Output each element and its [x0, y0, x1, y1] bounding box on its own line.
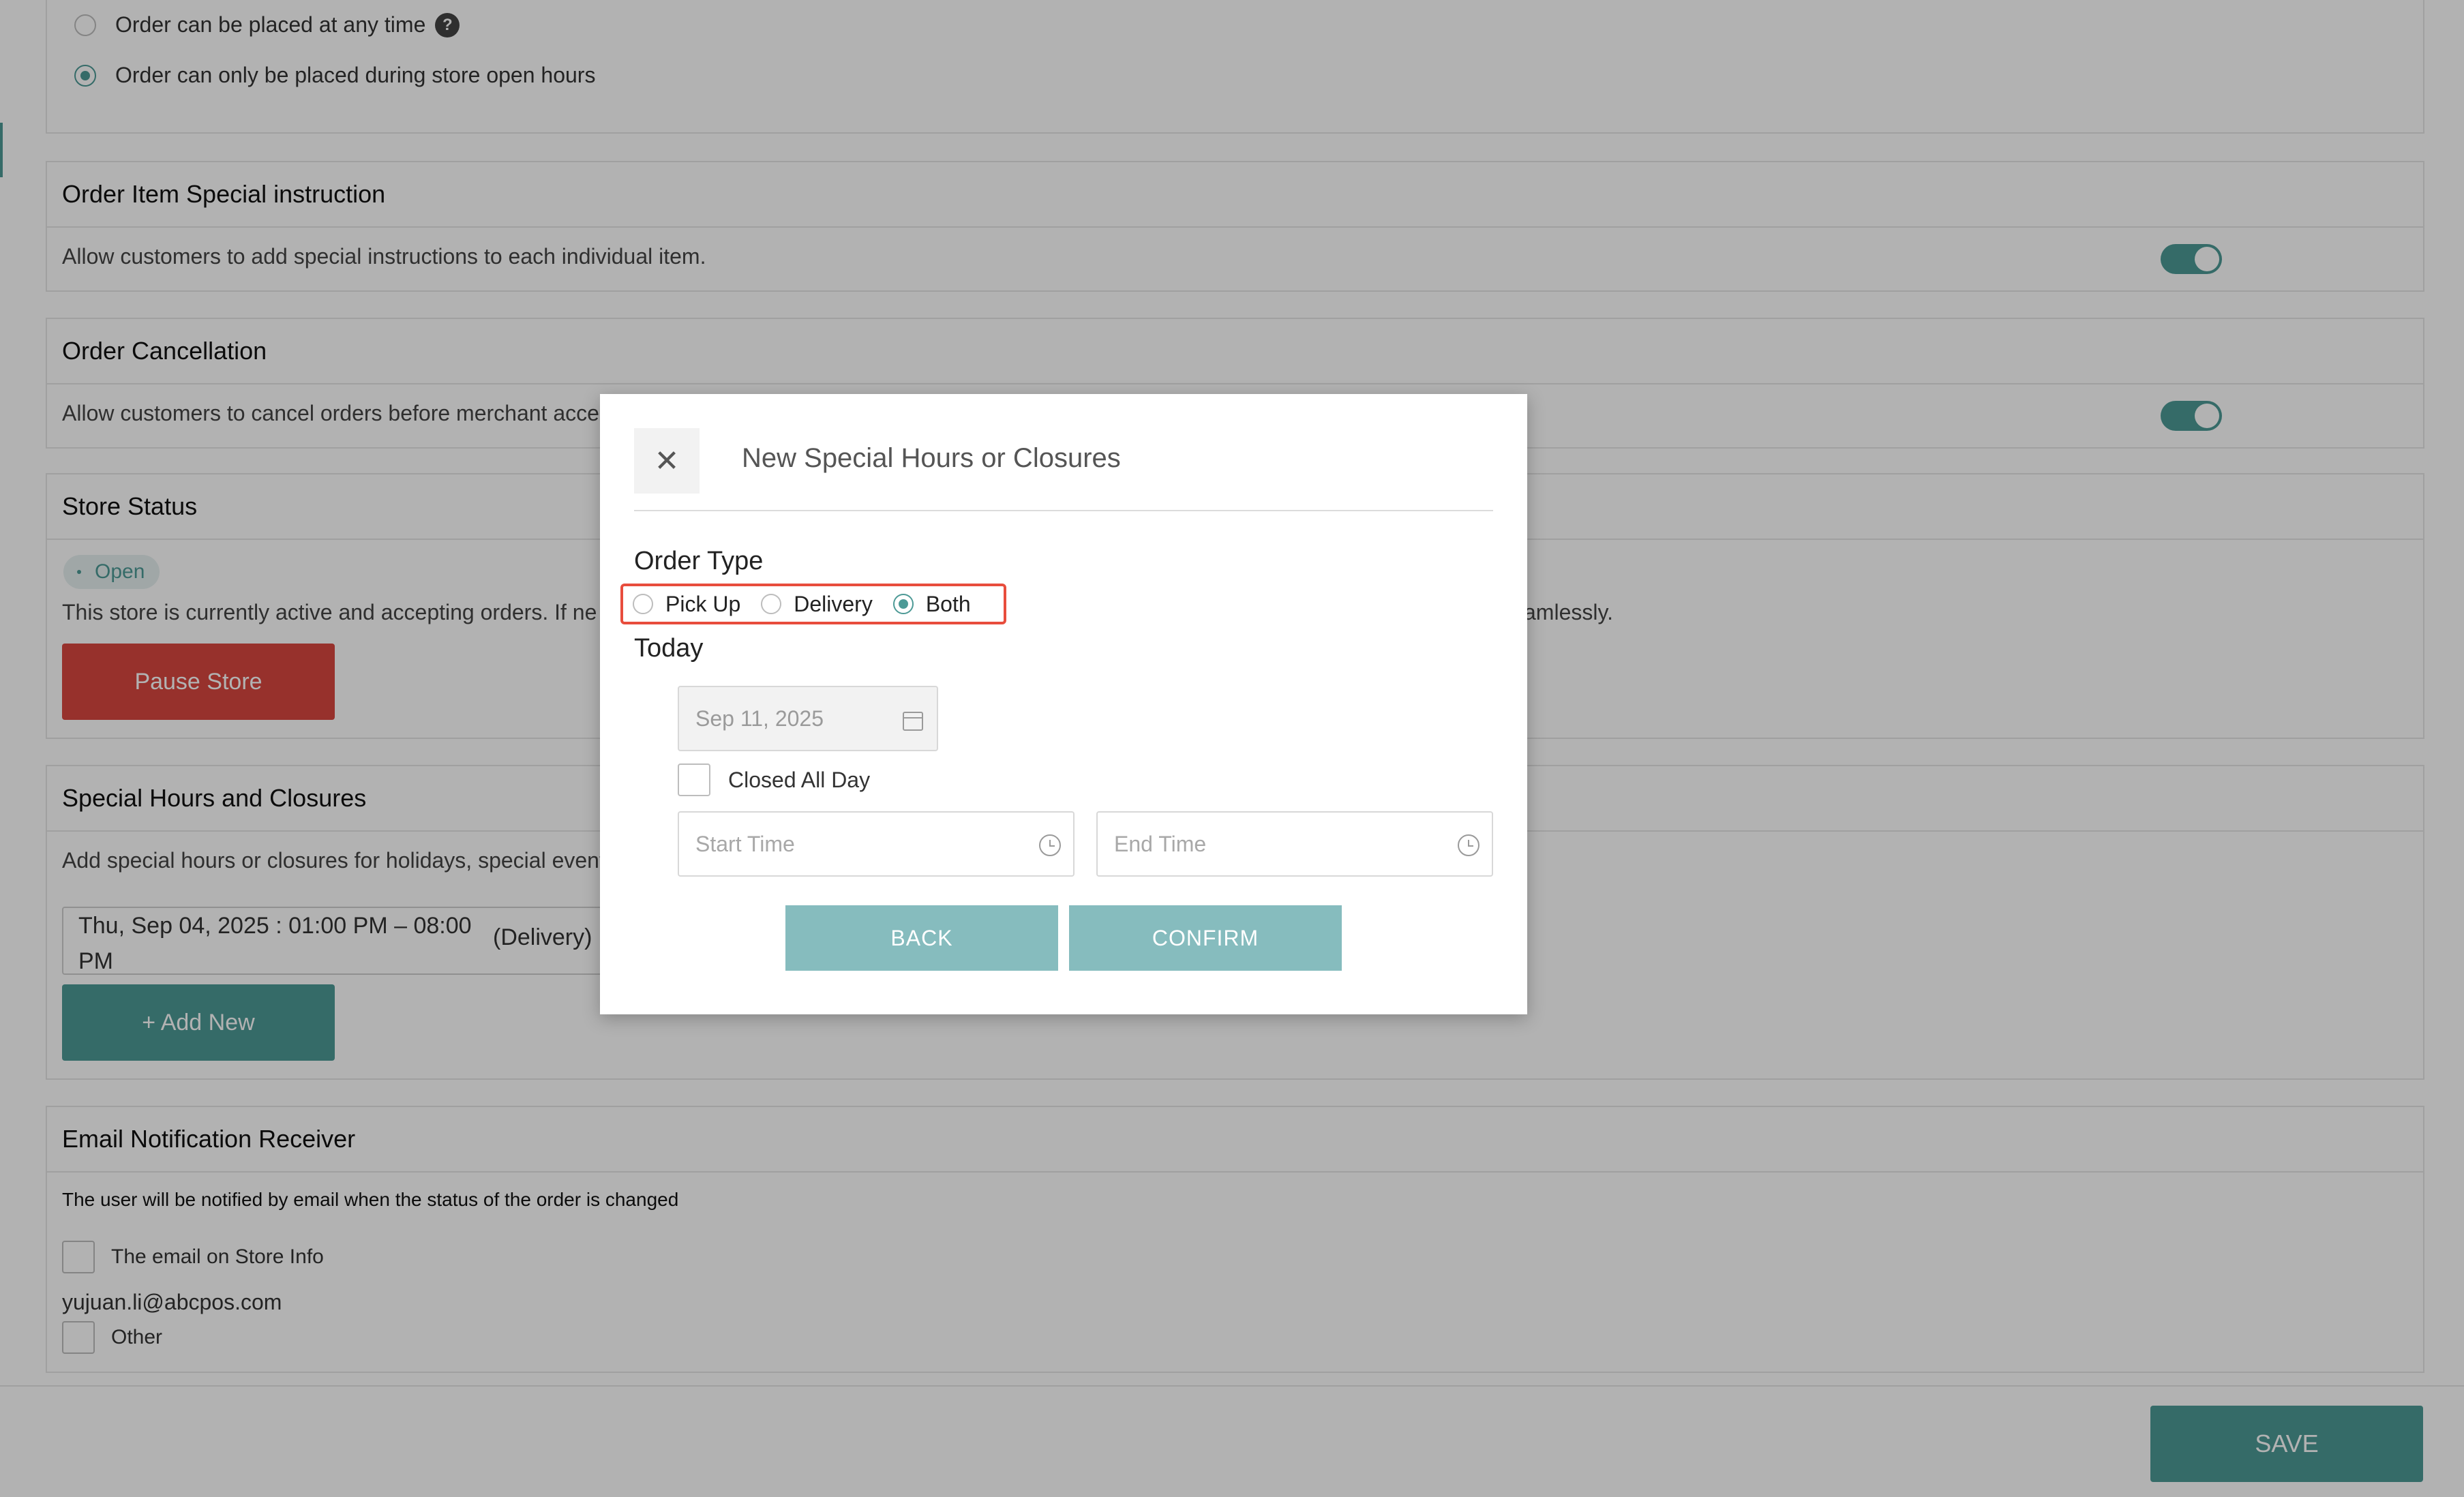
order-type-pickup-radio[interactable]: [633, 594, 653, 614]
modal-divider: [634, 510, 1493, 511]
end-time-field[interactable]: End Time: [1096, 811, 1493, 877]
order-type-option-both[interactable]: Both: [892, 591, 971, 617]
order-type-both-radio[interactable]: [892, 594, 914, 614]
start-time-field[interactable]: Start Time: [678, 811, 1075, 877]
order-type-label: Order Type: [634, 547, 764, 575]
date-picker-field[interactable]: Sep 11, 2025: [678, 686, 938, 751]
order-type-delivery-label: Delivery: [794, 591, 873, 616]
date-picker-placeholder: Sep 11, 2025: [695, 706, 824, 731]
order-type-option-delivery[interactable]: Delivery: [761, 592, 873, 617]
modal-title: New Special Hours or Closures: [742, 443, 1121, 473]
clock-icon: [1039, 834, 1061, 856]
start-time-placeholder: Start Time: [695, 831, 795, 856]
closed-all-day-checkbox[interactable]: [678, 763, 710, 796]
calendar-icon: [903, 712, 923, 731]
special-hours-modal: ✕ New Special Hours or Closures Order Ty…: [600, 394, 1527, 1014]
closed-all-day-label: Closed All Day: [728, 767, 871, 792]
order-type-both-label: Both: [925, 591, 971, 616]
day-label: Today: [634, 634, 704, 663]
close-button[interactable]: ✕: [634, 428, 700, 494]
closed-all-day-row[interactable]: Closed All Day: [678, 763, 870, 796]
order-type-option-pickup[interactable]: Pick Up: [633, 592, 740, 617]
back-button[interactable]: BACK: [785, 905, 1058, 971]
order-type-delivery-radio[interactable]: [761, 594, 782, 614]
order-type-pickup-label: Pick Up: [665, 591, 741, 616]
order-type-options: Pick Up Delivery Both: [620, 584, 1006, 624]
close-icon: ✕: [654, 444, 680, 478]
confirm-button[interactable]: CONFIRM: [1069, 905, 1342, 971]
clock-icon: [1458, 834, 1479, 856]
end-time-placeholder: End Time: [1114, 831, 1207, 856]
